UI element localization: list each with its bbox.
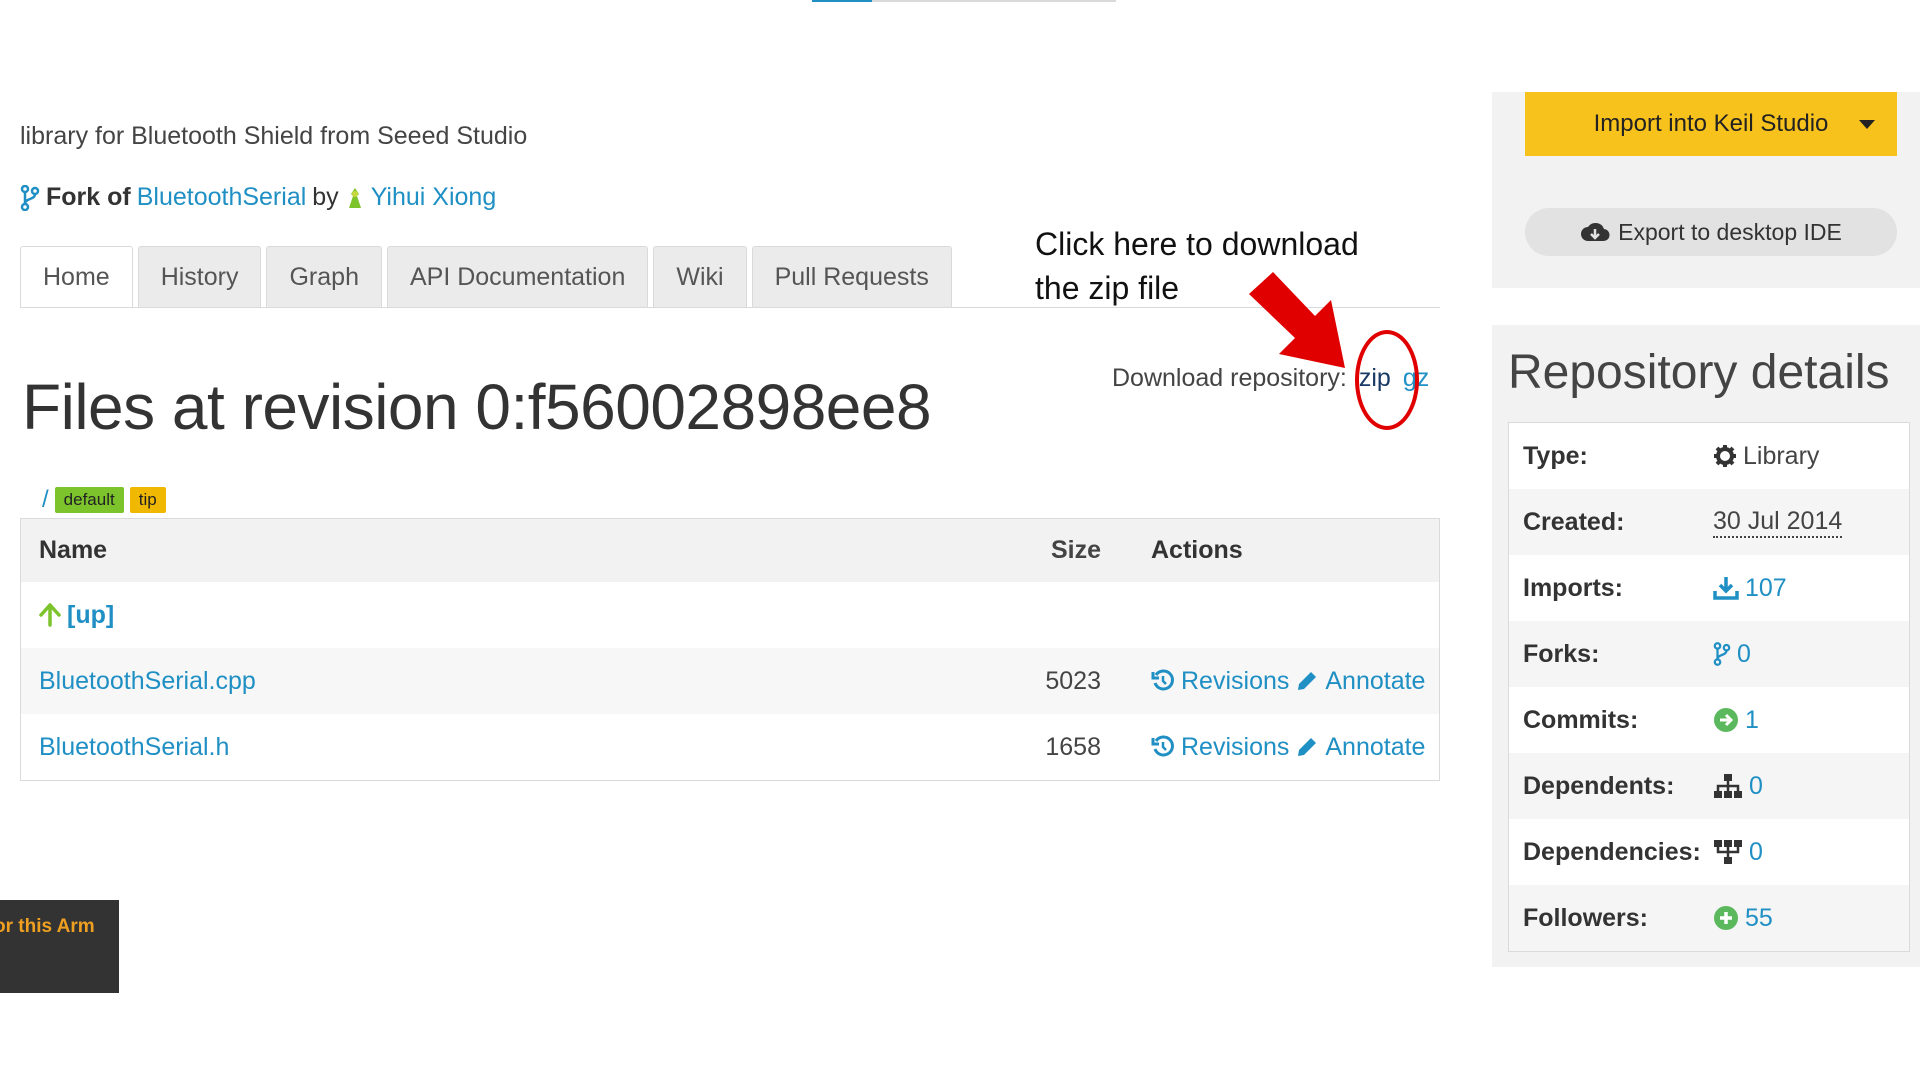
- chevron-down-icon[interactable]: [1859, 120, 1875, 129]
- detail-value: 30 Jul 2014: [1713, 507, 1843, 538]
- revisions-link[interactable]: Revisions: [1181, 667, 1289, 696]
- hierarchy-icon: [1713, 773, 1743, 799]
- fork-info: Fork of BluetoothSerial by Yihui Xiong: [20, 183, 496, 212]
- table-row: [up]: [21, 582, 1439, 648]
- dependencies-link[interactable]: 0: [1749, 838, 1763, 867]
- detail-row-forks: Forks: 0: [1509, 621, 1909, 687]
- detail-row-dependents: Dependents: 0: [1509, 753, 1909, 819]
- tab-api-documentation[interactable]: API Documentation: [386, 246, 649, 308]
- revisions-link[interactable]: Revisions: [1181, 733, 1289, 762]
- commits-link[interactable]: 1: [1745, 706, 1759, 735]
- breadcrumb-root[interactable]: /: [42, 486, 49, 514]
- export-desktop-ide-button[interactable]: Export to desktop IDE: [1525, 208, 1897, 256]
- branch-badge-default: default: [54, 487, 124, 513]
- detail-row-imports: Imports: 107: [1509, 555, 1909, 621]
- detail-row-commits: Commits: 1: [1509, 687, 1909, 753]
- detail-row-dependencies: Dependencies: 0: [1509, 819, 1909, 885]
- table-row: BluetoothSerial.h 1658 Revisions Annotat…: [21, 714, 1439, 780]
- download-icon: [1713, 575, 1739, 601]
- branch-badge-tip: tip: [129, 487, 166, 513]
- annotation-arrow-icon: [1245, 270, 1355, 380]
- feedback-badge-text: or this Arm: [0, 916, 95, 937]
- feedback-badge[interactable]: or this Arm: [0, 900, 119, 993]
- file-link[interactable]: BluetoothSerial.cpp: [39, 667, 256, 696]
- dependents-link[interactable]: 0: [1749, 772, 1763, 801]
- user-avatar-icon: [345, 186, 365, 210]
- import-button-label: Import into Keil Studio: [1593, 110, 1829, 137]
- detail-key: Type:: [1523, 441, 1588, 470]
- annotation-line-1: Click here to download: [1035, 226, 1359, 262]
- fork-repo-link[interactable]: BluetoothSerial: [137, 183, 307, 212]
- top-nav-line: [872, 0, 1116, 2]
- gear-icon: [1713, 444, 1737, 468]
- detail-row-created: Created: 30 Jul 2014: [1509, 489, 1909, 555]
- followers-link[interactable]: 55: [1745, 904, 1773, 933]
- tab-wiki[interactable]: Wiki: [653, 246, 747, 308]
- top-nav-indicator: [812, 0, 872, 2]
- repository-details-table: Type: Library Created: 30 Jul 2014 Impor…: [1508, 422, 1910, 952]
- file-table: Name Size Actions [up] BluetoothSerial.c…: [20, 518, 1440, 781]
- file-link[interactable]: BluetoothSerial.h: [39, 733, 229, 762]
- arrow-up-icon: [39, 603, 61, 627]
- export-button-label: Export to desktop IDE: [1618, 218, 1842, 245]
- tab-home[interactable]: Home: [20, 246, 133, 308]
- table-header: Name Size Actions: [21, 519, 1439, 582]
- pencil-icon: [1295, 735, 1319, 759]
- detail-key: Followers:: [1523, 903, 1649, 932]
- arrow-circle-icon: [1713, 707, 1739, 733]
- header-actions: Actions: [1151, 536, 1243, 564]
- fork-icon: [20, 184, 40, 211]
- page-title: Files at revision 0:f56002898ee8: [22, 371, 932, 443]
- detail-key: Imports:: [1523, 573, 1623, 602]
- repo-tabs: Home History Graph API Documentation Wik…: [20, 246, 957, 308]
- history-icon: [1151, 669, 1175, 693]
- annotate-link[interactable]: Annotate: [1325, 667, 1425, 696]
- forks-link[interactable]: 0: [1737, 640, 1751, 669]
- up-directory-link[interactable]: [up]: [67, 601, 114, 630]
- dependencies-icon: [1713, 839, 1743, 865]
- detail-key: Dependencies:: [1523, 837, 1701, 866]
- pencil-icon: [1295, 669, 1319, 693]
- plus-circle-icon: [1713, 905, 1739, 931]
- table-row: BluetoothSerial.cpp 5023 Revisions Annot…: [21, 648, 1439, 714]
- detail-key: Commits:: [1523, 705, 1639, 734]
- repo-description: library for Bluetooth Shield from Seeed …: [20, 122, 528, 150]
- fork-by-text: by: [312, 183, 339, 211]
- tab-history[interactable]: History: [137, 246, 262, 308]
- fork-icon: [1713, 642, 1731, 666]
- fork-author-link[interactable]: Yihui Xiong: [371, 183, 497, 212]
- tab-graph[interactable]: Graph: [266, 246, 382, 308]
- imports-link[interactable]: 107: [1745, 574, 1787, 603]
- file-size: 1658: [1045, 732, 1101, 761]
- history-icon: [1151, 735, 1175, 759]
- detail-key: Created:: [1523, 507, 1625, 536]
- detail-row-type: Type: Library: [1509, 423, 1909, 489]
- header-name: Name: [39, 536, 108, 564]
- annotate-link[interactable]: Annotate: [1325, 733, 1425, 762]
- detail-row-followers: Followers: 55: [1509, 885, 1909, 951]
- fork-label: Fork of: [46, 183, 131, 211]
- cloud-download-icon: [1580, 221, 1610, 243]
- breadcrumb: / default tip: [42, 486, 166, 514]
- detail-value: Library: [1743, 441, 1820, 470]
- import-keil-studio-button[interactable]: Import into Keil Studio: [1525, 92, 1897, 156]
- tab-pull-requests[interactable]: Pull Requests: [751, 246, 952, 308]
- detail-key: Forks:: [1523, 639, 1600, 668]
- detail-key: Dependents:: [1523, 771, 1675, 800]
- annotation-circle: [1355, 330, 1419, 430]
- header-size: Size: [1050, 536, 1101, 564]
- repository-details-title: Repository details: [1508, 346, 1890, 399]
- file-size: 5023: [1045, 666, 1101, 695]
